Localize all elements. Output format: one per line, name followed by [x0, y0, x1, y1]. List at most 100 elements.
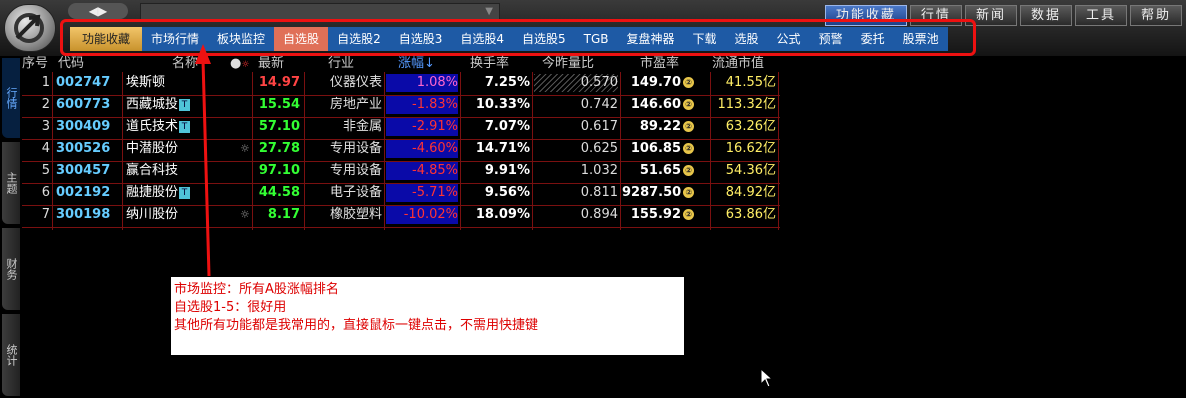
cell-seq: 3 — [22, 118, 50, 136]
pe-mark-icon: ② — [683, 165, 694, 176]
col-header-price[interactable]: 最新 — [258, 56, 298, 72]
tool-watchlist-3[interactable]: 自选股3 — [390, 27, 452, 51]
cell-industry: 电子设备 — [308, 184, 382, 202]
cell-industry: 橡胶塑料 — [308, 206, 382, 224]
cell-change: 1.08% — [386, 74, 458, 92]
cell-float-cap: 41.55亿 — [712, 74, 776, 92]
cell-vol-ratio: 0.617 — [534, 118, 618, 136]
cell-code-text: 002747 — [56, 75, 111, 90]
cell-vol-ratio: 0.570 — [534, 74, 618, 92]
cell-code: 300526 — [56, 140, 116, 158]
cell-float-cap: 54.36亿 — [712, 162, 776, 180]
cell-change-text: -4.60% — [412, 141, 458, 156]
cell-float-cap-text: 41.55亿 — [725, 75, 776, 90]
col-header-code[interactable]: 代码 — [58, 56, 118, 72]
col-header-float-cap[interactable]: 流通市值 — [712, 56, 782, 72]
tool-tgb[interactable]: TGB — [575, 27, 618, 51]
pe-mark-icon: ② — [683, 99, 694, 110]
side-tab-stats[interactable]: 统计 — [2, 314, 20, 396]
star-icon: ☼ — [240, 142, 250, 155]
cell-vol-ratio: 0.625 — [534, 140, 618, 158]
tool-formula[interactable]: 公式 — [768, 27, 810, 51]
cell-change-text: -5.71% — [412, 185, 458, 200]
cell-change-text: 1.08% — [416, 75, 458, 90]
side-tab-finance[interactable]: 财务 — [2, 228, 20, 310]
cell-turnover: 18.09% — [462, 206, 530, 224]
cell-code-text: 002192 — [56, 185, 111, 200]
cell-vol-ratio-text: 0.742 — [580, 97, 618, 112]
cell-code-text: 300457 — [56, 163, 111, 178]
cell-turnover: 14.71% — [462, 140, 530, 158]
cell-turnover: 7.07% — [462, 118, 530, 136]
cell-seq-text: 3 — [41, 119, 50, 134]
note-line: 其他所有功能都是我常用的，直接鼠标一键点击，不需用快捷键 — [174, 318, 539, 333]
tool-watchlist-1[interactable]: 自选股 — [274, 27, 329, 51]
side-tab-theme[interactable]: 主题 — [2, 142, 20, 224]
cell-float-cap-text: 54.36亿 — [725, 163, 776, 178]
menu-news[interactable]: 新闻 — [964, 5, 1017, 26]
cell-industry-text: 专用设备 — [329, 141, 382, 156]
cell-change: -2.91% — [386, 118, 458, 136]
tool-replay[interactable]: 复盘神器 — [618, 27, 684, 51]
cell-turnover-text: 10.33% — [475, 97, 530, 112]
cell-name-text: 纳川股份 — [126, 207, 179, 222]
cell-pe: 155.92 ② — [622, 206, 694, 224]
cell-pe: 146.60 ② — [622, 96, 694, 114]
cell-vol-ratio-text: 1.032 — [580, 163, 618, 178]
tool-watchlist-4[interactable]: 自选股4 — [451, 27, 513, 51]
cell-seq-text: 2 — [41, 97, 50, 112]
tool-watchlist-2[interactable]: 自选股2 — [328, 27, 390, 51]
cell-seq-text: 4 — [41, 141, 50, 156]
tool-watchlist-5[interactable]: 自选股5 — [513, 27, 575, 51]
cell-vol-ratio: 0.811 — [534, 184, 618, 202]
tool-stock-pool[interactable]: 股票池 — [894, 27, 948, 51]
tool-alert[interactable]: 预警 — [810, 27, 852, 51]
cell-pe: 51.65 ② — [622, 162, 694, 180]
col-header-vol-ratio[interactable]: 今昨量比 — [542, 56, 612, 72]
tool-screener[interactable]: 选股 — [726, 27, 768, 51]
cell-code: 600773 — [56, 96, 116, 114]
cell-pe-text: 106.85 — [630, 141, 681, 156]
cell-price-text: 8.17 — [267, 207, 300, 222]
menu-data[interactable]: 数据 — [1019, 5, 1072, 26]
tool-order[interactable]: 委托 — [852, 27, 894, 51]
menu-help[interactable]: 帮助 — [1129, 5, 1182, 26]
cell-name-text: 埃斯顿 — [126, 75, 166, 90]
cell-industry-text: 橡胶塑料 — [329, 207, 382, 222]
menu-tools[interactable]: 工具 — [1074, 5, 1127, 26]
cell-float-cap-text: 16.62亿 — [725, 141, 776, 156]
menu-quotes[interactable]: 行情 — [909, 5, 962, 26]
side-tab-quotes[interactable]: 行情 — [2, 58, 20, 138]
cell-seq: 4 — [22, 140, 50, 158]
tool-download[interactable]: 下载 — [684, 27, 726, 51]
cell-change: -5.71% — [386, 184, 458, 202]
cell-turnover-text: 18.09% — [475, 207, 530, 222]
menu-favorites[interactable]: 功能收藏 — [824, 5, 907, 26]
cell-change-text: -10.02% — [403, 207, 458, 222]
cell-float-cap-text: 113.32亿 — [717, 97, 777, 112]
cell-price: 8.17 — [256, 206, 300, 224]
col-header-seq[interactable]: 序号 — [22, 56, 52, 72]
cell-float-cap-text: 63.26亿 — [725, 119, 776, 134]
cell-price: 44.58 — [256, 184, 300, 202]
nav-arrows[interactable]: ◀▶ — [68, 3, 128, 19]
tool-favorites[interactable]: 功能收藏 — [70, 27, 143, 51]
cell-price-text: 27.78 — [258, 141, 300, 156]
address-dropdown[interactable]: ▼ — [140, 3, 500, 20]
cell-price-text: 57.10 — [258, 119, 300, 134]
cell-vol-ratio-text: 0.625 — [580, 141, 618, 156]
cell-pe: 149.70 ② — [622, 74, 694, 92]
cell-industry: 房地产业 — [308, 96, 382, 114]
app-logo — [4, 4, 56, 52]
chevron-down-icon[interactable]: ▼ — [485, 4, 493, 19]
col-header-turnover[interactable]: 换手率 — [470, 56, 530, 72]
col-header-pe[interactable]: 市盈率 — [640, 56, 700, 72]
cell-seq-text: 1 — [41, 75, 50, 90]
col-header-industry[interactable]: 行业 — [328, 56, 368, 72]
col-header-change[interactable]: 涨幅↓ — [398, 56, 458, 72]
cell-name-text: 赢合科技 — [126, 163, 179, 178]
cell-turnover-text: 14.71% — [475, 141, 530, 156]
cell-seq: 6 — [22, 184, 50, 202]
cell-vol-ratio-text: 0.617 — [580, 119, 618, 134]
cell-pe-text: 9287.50 — [622, 185, 682, 200]
